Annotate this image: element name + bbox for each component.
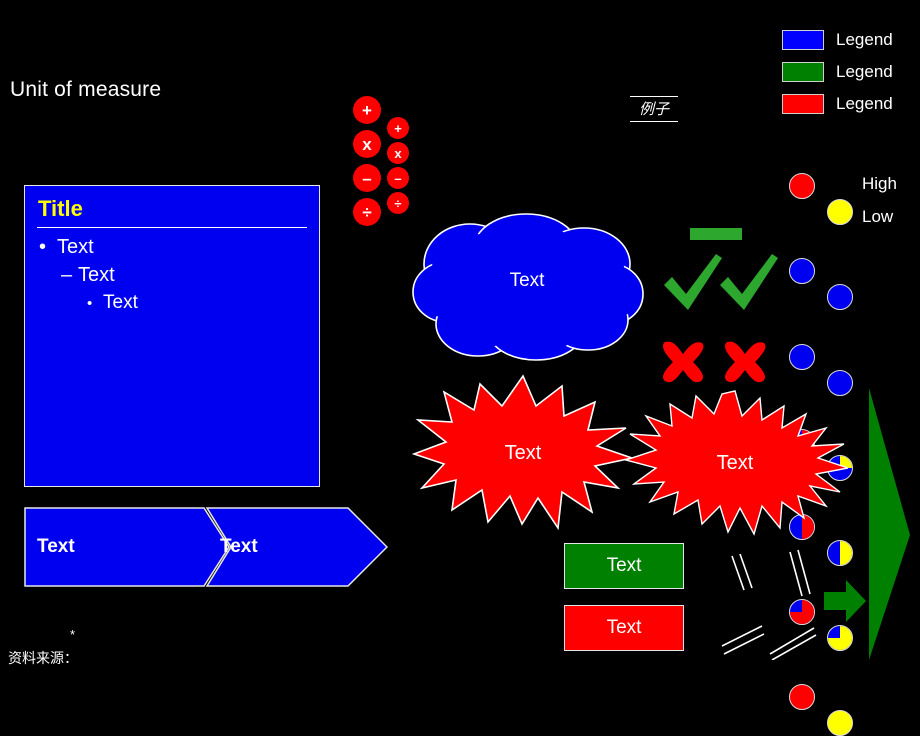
legend-label-red: Legend bbox=[836, 94, 893, 113]
harvey-scale-high-label: High bbox=[862, 174, 897, 193]
operator-plus-small[interactable]: + bbox=[387, 117, 409, 139]
operator-plus-large[interactable]: + bbox=[353, 96, 381, 124]
bullet-level-3-label: Text bbox=[103, 292, 138, 313]
legend-swatch-blue bbox=[782, 30, 824, 50]
legend-item-green[interactable]: Legend bbox=[782, 56, 893, 88]
operator-multiply-small[interactable]: x bbox=[387, 142, 409, 164]
title-box-divider bbox=[37, 227, 307, 228]
tapered-arrow-icon bbox=[869, 388, 910, 660]
break-marks bbox=[714, 528, 834, 661]
chevron-segment-1-label: Text bbox=[37, 536, 75, 557]
chevron-arrow-shape bbox=[24, 507, 388, 587]
harvey-ball-left-empty-2[interactable] bbox=[789, 344, 815, 370]
legend-label-blue: Legend bbox=[836, 30, 893, 49]
cloud-callout[interactable]: Text bbox=[408, 212, 646, 362]
unit-of-measure-label: Unit of measure bbox=[10, 78, 162, 101]
harvey-ball-right-full-yellow[interactable] bbox=[827, 199, 853, 225]
legend-swatch-green bbox=[782, 62, 824, 82]
check-icon bbox=[664, 254, 722, 310]
footnote-asterisk: * bbox=[70, 627, 76, 642]
bullet-level-1-marker: • bbox=[39, 236, 47, 258]
cloud-label: Text bbox=[509, 270, 545, 291]
legend-item-red[interactable]: Legend bbox=[782, 88, 893, 120]
source-label: 资料来源： bbox=[8, 651, 78, 667]
example-label: 例子 bbox=[638, 100, 669, 118]
bullet-level-2-marker: – bbox=[61, 264, 73, 286]
harvey-ball-right-empty-1[interactable] bbox=[827, 284, 853, 310]
title-text-box[interactable]: Title • Text – Text • Text bbox=[24, 185, 320, 487]
red-box-label: Text bbox=[606, 617, 642, 638]
bullet-level-1-label: Text bbox=[57, 236, 94, 258]
bullet-level-2-label: Text bbox=[78, 264, 115, 286]
legend: Legend Legend Legend bbox=[782, 24, 893, 120]
dash-mark[interactable] bbox=[690, 228, 742, 240]
operator-minus-small[interactable]: – bbox=[387, 167, 409, 189]
green-box-label: Text bbox=[606, 555, 642, 576]
small-right-arrow[interactable] bbox=[822, 578, 868, 624]
operator-divide-small[interactable]: ÷ bbox=[387, 192, 409, 214]
cross-icon bbox=[724, 341, 766, 383]
starburst-1-label: Text bbox=[504, 442, 542, 464]
operator-multiply-large[interactable]: x bbox=[353, 130, 381, 158]
cross-icon bbox=[662, 341, 704, 383]
bullet-level-2: – Text bbox=[61, 264, 115, 287]
harvey-ball-right-full[interactable] bbox=[827, 710, 853, 736]
right-arrow-icon bbox=[824, 580, 866, 622]
legend-label-green: Legend bbox=[836, 62, 893, 81]
example-bottom-rule bbox=[630, 121, 678, 122]
harvey-ball-left-empty-1[interactable] bbox=[789, 258, 815, 284]
tall-tapered-arrow[interactable] bbox=[866, 385, 912, 663]
starburst-2[interactable]: Text bbox=[622, 388, 851, 538]
break-mark-icon bbox=[721, 549, 817, 661]
operator-minus-large[interactable]: – bbox=[353, 164, 381, 192]
check-mark-1[interactable] bbox=[662, 252, 724, 314]
legend-swatch-red bbox=[782, 94, 824, 114]
bullet-level-3-marker: • bbox=[87, 295, 93, 312]
red-text-box[interactable]: Text bbox=[564, 605, 684, 651]
legend-item-blue[interactable]: Legend bbox=[782, 24, 893, 56]
harvey-ball-left-full[interactable] bbox=[789, 684, 815, 710]
check-icon bbox=[720, 254, 778, 310]
harvey-scale-low-label: Low bbox=[862, 207, 894, 226]
bullet-level-1: • Text bbox=[39, 236, 94, 259]
chevron-segment-2-label: Text bbox=[220, 536, 258, 557]
example-annotation: 例子 bbox=[630, 96, 678, 122]
cross-mark-1[interactable] bbox=[659, 340, 707, 384]
harvey-ball-left-full-red[interactable] bbox=[789, 173, 815, 199]
bullet-level-3: • Text bbox=[87, 292, 138, 314]
title-box-heading: Title bbox=[38, 196, 83, 221]
starburst-2-label: Text bbox=[716, 452, 754, 474]
cross-mark-2[interactable] bbox=[721, 340, 769, 384]
green-text-box[interactable]: Text bbox=[564, 543, 684, 589]
chevron-process-arrow[interactable]: Text Text bbox=[24, 507, 388, 587]
dash-icon bbox=[690, 228, 742, 240]
starburst-1[interactable]: Text bbox=[411, 372, 635, 532]
operator-divide-large[interactable]: ÷ bbox=[353, 198, 381, 226]
check-mark-2[interactable] bbox=[718, 252, 780, 314]
